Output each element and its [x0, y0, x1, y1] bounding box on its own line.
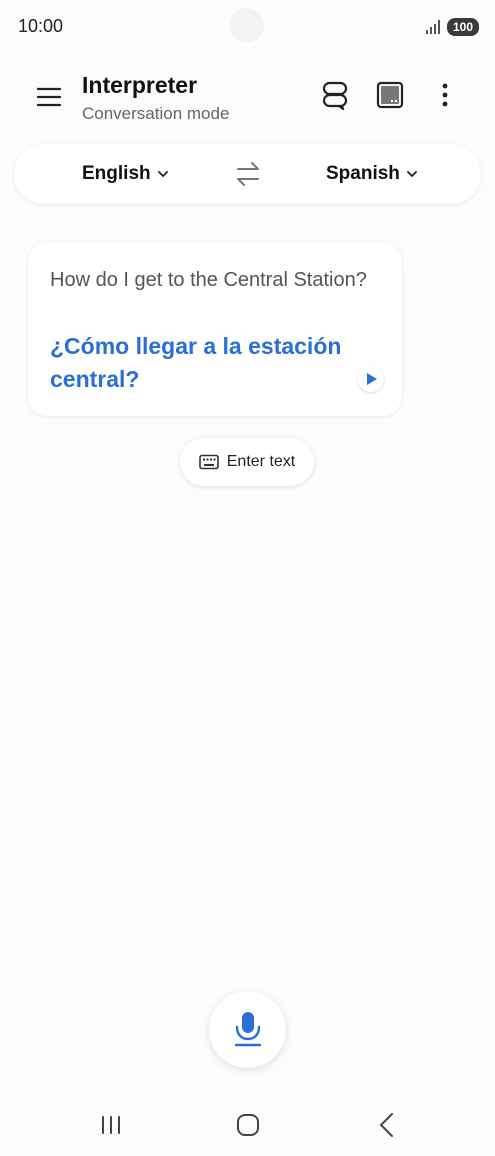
enter-text-button[interactable]: Enter text	[180, 438, 314, 486]
keyboard-icon	[198, 454, 219, 470]
play-translation-button[interactable]	[358, 366, 384, 392]
enter-text-label: Enter text	[226, 453, 296, 470]
status-time: 10:00	[18, 16, 64, 36]
microphone-icon	[234, 1012, 262, 1047]
target-language-dropdown[interactable]: Spanish	[326, 163, 418, 185]
page-title: Interpreter	[82, 72, 198, 98]
microphone-button[interactable]	[209, 991, 286, 1068]
status-indicators: 100	[425, 18, 479, 36]
status-bar: 10:00 100	[0, 0, 495, 56]
source-text: How do I get to the Central Station?	[50, 269, 367, 291]
system-navigation-bar	[0, 1096, 495, 1156]
swap-arrows-icon[interactable]	[234, 160, 262, 188]
page-subtitle: Conversation mode	[82, 104, 230, 123]
language-selector-bar: English Spanish	[14, 144, 481, 204]
chevron-down-icon	[407, 171, 417, 178]
translation-card[interactable]: How do I get to the Central Station? ¿Có…	[28, 242, 402, 416]
target-language-label: Spanish	[326, 163, 400, 184]
conversation-view-icon[interactable]	[320, 80, 350, 110]
hamburger-menu-icon[interactable]	[34, 82, 64, 112]
back-icon[interactable]	[372, 1110, 402, 1140]
translated-text: ¿Cómo llegar a la estación central?	[50, 333, 342, 392]
battery-level: 100	[446, 18, 479, 36]
home-icon[interactable]	[233, 1110, 263, 1140]
signal-icon	[425, 20, 440, 34]
more-vertical-icon[interactable]	[430, 80, 460, 110]
play-icon	[367, 373, 377, 385]
recents-icon[interactable]	[96, 1110, 126, 1140]
source-language-label: English	[82, 163, 151, 184]
chevron-down-icon	[157, 171, 168, 178]
source-language-dropdown[interactable]: English	[82, 163, 169, 185]
app-header: Interpreter Conversation mode	[0, 56, 495, 136]
screen-view-icon[interactable]	[375, 80, 405, 110]
front-camera	[230, 8, 264, 42]
